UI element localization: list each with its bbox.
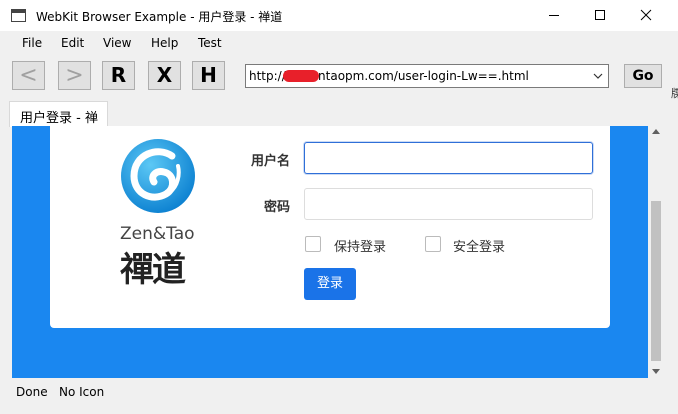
tab-login[interactable]: 用户登录 - 禅 [9,101,108,127]
clipped-edge-text: 牒 [671,87,678,100]
secure-login-label: 安全登录 [453,240,506,255]
password-input[interactable] [304,188,593,220]
logo-text-en: Zen&Tao [120,224,195,244]
vertical-scrollbar[interactable] [648,126,664,378]
login-button[interactable]: 登录 [304,268,356,300]
password-label: 密码 [263,200,290,215]
logo-text-cn: 禪道 [120,250,186,290]
minimize-icon[interactable] [531,0,577,31]
redaction-mark [283,70,319,82]
window-title: WebKit Browser Example - 用户登录 - 禅道 [36,10,283,24]
remember-label: 保持登录 [334,240,387,255]
browser-window: WebKit Browser Example - 用户登录 - 禅道 File … [0,0,678,414]
title-bar: WebKit Browser Example - 用户登录 - 禅道 [0,0,678,31]
username-label: 用户名 [250,154,290,169]
home-button[interactable]: H [192,61,225,90]
background-strip [0,404,678,414]
menu-bar: File Edit View Help Test [0,31,678,55]
back-button[interactable]: < [12,61,45,90]
status-bar: Done No Icon [0,380,678,404]
username-input[interactable] [304,142,593,174]
scroll-thumb[interactable] [651,201,661,361]
forward-button[interactable]: > [58,61,91,90]
chevron-down-icon[interactable] [592,70,604,82]
menu-view[interactable]: View [103,36,131,50]
zentao-swirl-icon [121,139,195,213]
zentao-logo: Zen&Tao 禪道 [120,138,206,290]
stop-button[interactable]: X [148,61,181,90]
app-icon [11,9,26,22]
address-bar[interactable]: http://s t.zentaopm.com/user-login-Lw==.… [245,64,609,88]
go-button[interactable]: Go [624,64,662,88]
status-text: Done No Icon [16,385,105,399]
remember-checkbox[interactable] [305,236,321,252]
login-card: Zen&Tao 禪道 用户名 密码 保持登录 安全登录 登录 [50,126,610,328]
secure-login-checkbox[interactable] [425,236,441,252]
menu-file[interactable]: File [22,36,42,50]
web-viewport: Zen&Tao 禪道 用户名 密码 保持登录 安全登录 登录 [12,126,664,378]
scroll-up-icon[interactable] [652,129,660,134]
maximize-icon[interactable] [577,0,623,31]
reload-button[interactable]: R [102,61,135,90]
menu-help[interactable]: Help [151,36,178,50]
scroll-down-icon[interactable] [652,369,660,374]
tab-label: 用户登录 - 禅 [20,111,98,126]
close-icon[interactable] [623,0,669,31]
menu-edit[interactable]: Edit [61,36,84,50]
menu-test[interactable]: Test [198,36,222,50]
